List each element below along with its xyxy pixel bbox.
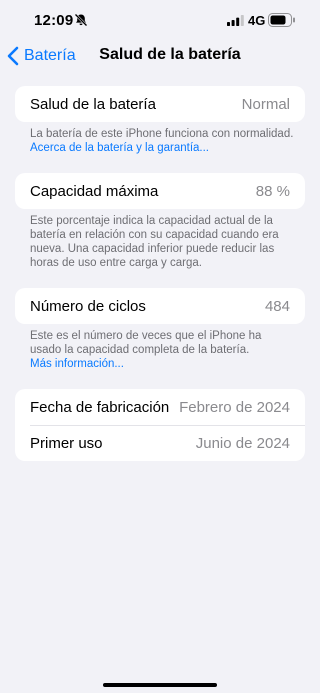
cycles-value: 484 bbox=[264, 297, 290, 315]
cycles-row: Número de ciclos 484 bbox=[15, 288, 305, 324]
battery-icon bbox=[268, 13, 295, 27]
manufacture-date-row: Fecha de fabricación Febrero de 2024 bbox=[15, 389, 305, 425]
status-time: 12:09 bbox=[34, 12, 74, 29]
health-note-text: La batería de este iPhone funciona con n… bbox=[30, 128, 294, 140]
cycles-card: Número de ciclos 484 bbox=[15, 288, 305, 324]
health-label: Salud de la batería bbox=[30, 95, 156, 113]
first-use-value: Junio de 2024 bbox=[195, 434, 290, 452]
battery-health-screen: 12:09 4G Batería Salud de la batería Sal… bbox=[0, 0, 320, 693]
bell-slash-icon bbox=[74, 13, 88, 27]
capacity-row: Capacidad máxima 88 % bbox=[15, 173, 305, 209]
status-bar: 12:09 4G bbox=[0, 0, 320, 40]
first-use-row: Primer uso Junio de 2024 bbox=[15, 425, 305, 461]
first-use-label: Primer uso bbox=[30, 434, 103, 452]
cellular-signal-icon bbox=[227, 15, 244, 26]
manufacture-date-value: Febrero de 2024 bbox=[179, 398, 290, 416]
more-info-link[interactable]: Más información... bbox=[30, 358, 124, 370]
capacity-card: Capacidad máxima 88 % bbox=[15, 173, 305, 209]
capacity-value: 88 % bbox=[255, 182, 290, 200]
dates-card: Fecha de fabricación Febrero de 2024 Pri… bbox=[15, 389, 305, 461]
cycles-note-text: Este es el número de veces que el iPhone… bbox=[30, 330, 262, 356]
health-footnote: La batería de este iPhone funciona con n… bbox=[30, 127, 295, 155]
home-indicator[interactable] bbox=[103, 683, 217, 687]
navigation-bar: Batería Salud de la batería bbox=[0, 40, 320, 72]
manufacture-date-label: Fecha de fabricación bbox=[30, 398, 170, 416]
network-type: 4G bbox=[248, 13, 266, 28]
capacity-footnote: Este porcentaje indica la capacidad actu… bbox=[30, 214, 295, 270]
page-title: Salud de la batería bbox=[99, 46, 241, 63]
capacity-note-text: Este porcentaje indica la capacidad actu… bbox=[30, 215, 279, 269]
health-card: Salud de la batería Normal bbox=[15, 86, 305, 122]
cycles-footnote: Este es el número de veces que el iPhone… bbox=[30, 329, 295, 371]
cycles-label: Número de ciclos bbox=[30, 297, 146, 315]
capacity-label: Capacidad máxima bbox=[30, 182, 159, 200]
health-row: Salud de la batería Normal bbox=[15, 86, 305, 122]
health-value: Normal bbox=[241, 95, 290, 113]
battery-warranty-link[interactable]: Acerca de la batería y la garantía... bbox=[30, 142, 209, 154]
